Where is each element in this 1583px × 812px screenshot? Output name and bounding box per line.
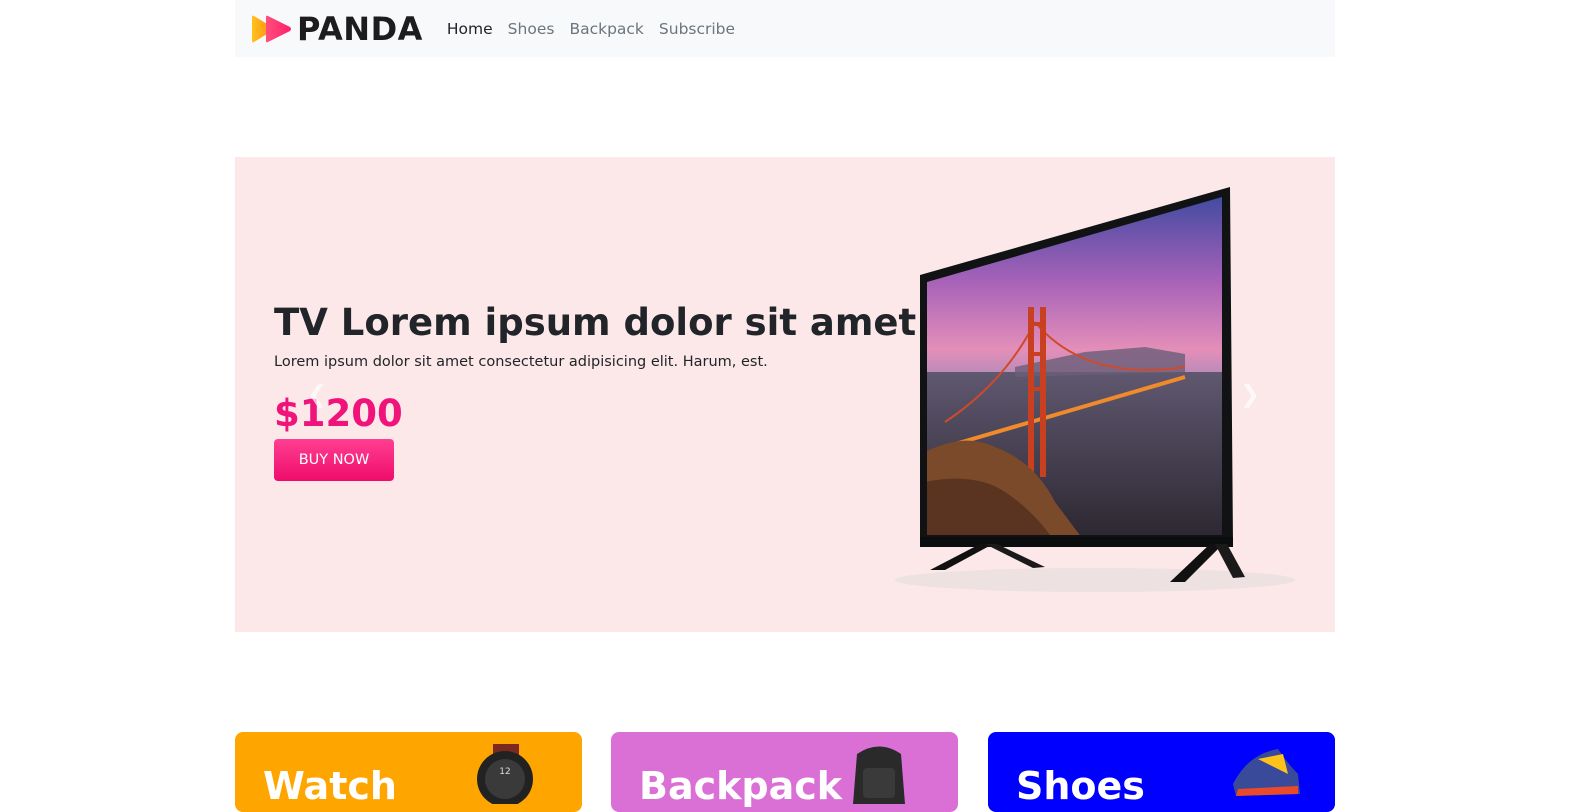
- category-title: Shoes: [1016, 764, 1145, 808]
- svg-text:12: 12: [499, 767, 510, 777]
- category-title: Backpack: [639, 764, 843, 808]
- category-card-shoes[interactable]: Shoes: [988, 732, 1335, 812]
- logo-icon: [252, 15, 291, 42]
- backpack-image: [853, 746, 905, 804]
- nav-links: Home Shoes Backpack Subscribe: [447, 20, 750, 38]
- shoe-image: [1233, 749, 1300, 796]
- navbar: PANDA Home Shoes Backpack Subscribe: [235, 0, 1335, 57]
- category-card-watch[interactable]: Watch 12: [235, 732, 582, 812]
- hero-carousel: TV Lorem ipsum dolor sit amet. Lorem ips…: [235, 157, 1335, 632]
- chevron-left-icon: ❮: [307, 380, 328, 408]
- carousel-prev-button[interactable]: ❮: [307, 379, 327, 409]
- category-card-backpack[interactable]: Backpack: [611, 732, 958, 812]
- buy-now-button[interactable]: BUY NOW: [274, 439, 394, 481]
- category-title: Watch: [263, 764, 397, 808]
- hero-price: $1200: [274, 392, 403, 435]
- hero-title: TV Lorem ipsum dolor sit amet.: [274, 301, 931, 344]
- watch-image: 12: [477, 744, 533, 804]
- tv-product-image: [895, 187, 1295, 592]
- nav-link-shoes[interactable]: Shoes: [508, 20, 555, 38]
- brand-name: PANDA: [297, 9, 423, 48]
- hero-caption: TV Lorem ipsum dolor sit amet. Lorem ips…: [274, 301, 930, 481]
- nav-link-subscribe[interactable]: Subscribe: [659, 20, 735, 38]
- hero-subtitle: Lorem ipsum dolor sit amet consectetur a…: [274, 354, 768, 370]
- brand-link[interactable]: PANDA: [250, 10, 423, 48]
- nav-link-backpack[interactable]: Backpack: [569, 20, 643, 38]
- nav-link-home[interactable]: Home: [447, 20, 493, 38]
